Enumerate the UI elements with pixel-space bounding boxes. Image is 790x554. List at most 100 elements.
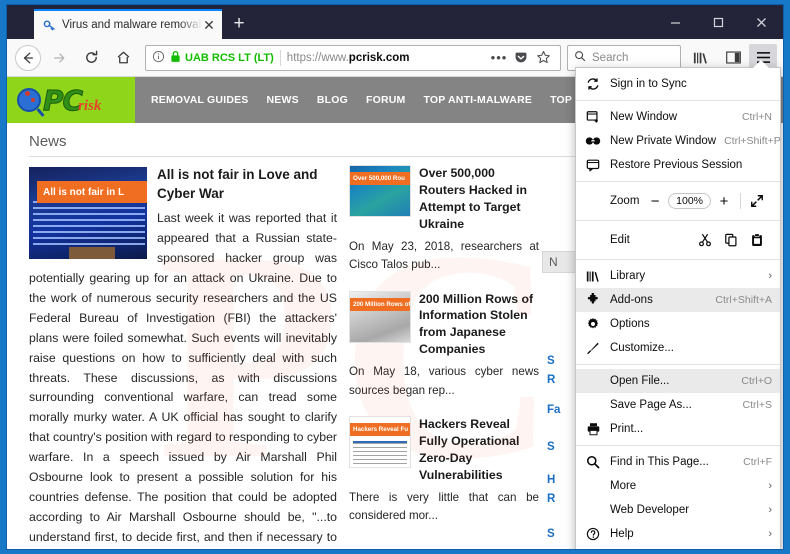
firefox-window: Virus and malware removal inst ✕ + <box>6 4 784 550</box>
menu-item-open-file[interactable]: Open File... Ctrl+O <box>576 369 780 393</box>
menu-item-shortcut: Ctrl+F <box>743 456 772 468</box>
pcrisk-logo[interactable]: PC risk <box>7 77 135 123</box>
article-thumbnail[interactable]: Hackers Reveal Fu <box>349 416 411 468</box>
close-icon[interactable]: ✕ <box>202 18 216 32</box>
menu-separator <box>576 259 780 260</box>
pocket-icon[interactable] <box>510 47 532 69</box>
home-button[interactable] <box>109 44 137 72</box>
menu-item-label: Restore Previous Session <box>610 159 772 171</box>
chevron-right-icon: › <box>768 528 772 540</box>
article-title[interactable]: 200 Million Rows of Information Stolen f… <box>419 291 539 359</box>
copy-icon[interactable] <box>718 229 744 251</box>
obscured-link-6[interactable]: R <box>547 491 555 508</box>
back-button[interactable] <box>15 45 41 71</box>
minimize-button[interactable] <box>654 5 697 39</box>
private-window-icon <box>584 135 602 147</box>
menu-item-shortcut: Ctrl+Shift+P <box>724 135 781 147</box>
thumbnail-caption: Over 500,000 Rou <box>350 172 411 185</box>
article-title[interactable]: Over 500,000 Routers Hacked in Attempt t… <box>419 165 539 233</box>
obscured-link-7[interactable]: S <box>547 526 555 543</box>
page-actions-icon[interactable]: ••• <box>488 47 510 69</box>
chevron-right-icon: › <box>768 480 772 492</box>
featured-thumbnail[interactable]: All is not fair in L <box>29 167 147 259</box>
menu-separator <box>576 100 780 101</box>
chevron-right-icon: › <box>768 270 772 282</box>
menu-item-print[interactable]: Print... <box>576 417 780 441</box>
zoom-in-button[interactable]: + <box>711 190 737 212</box>
identity-box[interactable]: UAB RCS LT (LT) <box>152 50 281 66</box>
obscured-link-5[interactable]: H <box>547 472 555 489</box>
obscured-link-4[interactable]: S <box>547 439 555 456</box>
tab-strip: Virus and malware removal inst ✕ + <box>7 5 783 39</box>
logo-risk-text: risk <box>78 98 101 115</box>
menu-item-options[interactable]: Options <box>576 312 780 336</box>
featured-article: All is not fair in L All is not fair in … <box>29 165 337 547</box>
url-prefix: https://www. <box>287 52 349 64</box>
menu-item-label: Add-ons <box>610 294 707 306</box>
browser-tab[interactable]: Virus and malware removal inst ✕ <box>34 9 222 39</box>
article-thumbnail[interactable]: 200 Million Rows of <box>349 291 411 343</box>
fullscreen-icon[interactable] <box>744 190 770 212</box>
menu-item-label: Open File... <box>610 375 733 387</box>
menu-item-label: Customize... <box>610 342 772 354</box>
restore-session-icon <box>584 158 602 172</box>
thumbnail-caption: 200 Million Rows of <box>350 298 411 311</box>
url-bar[interactable]: UAB RCS LT (LT) https://www.pcrisk.com •… <box>145 45 561 71</box>
forward-button[interactable] <box>45 44 73 72</box>
article-title[interactable]: Hackers Reveal Fully Operational Zero-Da… <box>419 416 539 484</box>
nav-removal-guides[interactable]: REMOVAL GUIDES <box>151 94 249 106</box>
new-tab-button[interactable]: + <box>222 9 256 39</box>
article-excerpt: On May 18, various cyber news sources be… <box>349 363 539 400</box>
article-excerpt: There is very little that can be conside… <box>349 489 539 526</box>
zoom-label: Zoom <box>610 195 642 207</box>
article-thumbnail[interactable]: Over 500,000 Rou <box>349 165 411 217</box>
menu-separator <box>576 364 780 365</box>
menu-item-customize[interactable]: Customize... <box>576 336 780 360</box>
obscured-link-1[interactable]: S <box>547 353 555 370</box>
menu-item-label: Save Page As... <box>610 399 735 411</box>
menu-item-sign-in-to-sync[interactable]: Sign in to Sync <box>576 72 780 96</box>
menu-item-restore-previous-session[interactable]: Restore Previous Session <box>576 153 780 177</box>
menu-item-save-page-as[interactable]: Save Page As... Ctrl+S <box>576 393 780 417</box>
nav-news[interactable]: NEWS <box>267 94 299 106</box>
key-icon <box>42 18 56 32</box>
search-input-placeholder[interactable]: Search <box>592 52 628 64</box>
menu-item-help[interactable]: Help › <box>576 522 780 546</box>
menu-item-shortcut: Ctrl+O <box>741 375 772 387</box>
obscured-link-2[interactable]: R <box>547 372 555 389</box>
menu-item-label: Library <box>610 270 760 282</box>
bookmark-star-icon[interactable] <box>532 47 554 69</box>
article-excerpt: On May 23, 2018, researchers at Cisco Ta… <box>349 238 539 275</box>
menu-item-more[interactable]: More › <box>576 474 780 498</box>
hand-graphic <box>69 247 115 259</box>
search-icon <box>574 50 586 65</box>
menu-item-new-private-window[interactable]: New Private Window Ctrl+Shift+P <box>576 129 780 153</box>
list-item: Hackers Reveal Fu Hackers Reveal Fully O… <box>349 416 539 526</box>
info-icon[interactable] <box>152 50 165 66</box>
nav-top-anti-malware[interactable]: TOP ANTI-MALWARE <box>423 94 532 106</box>
menu-item-find-in-this-page[interactable]: Find in This Page... Ctrl+F <box>576 450 780 474</box>
menu-item-library[interactable]: Library › <box>576 264 780 288</box>
paste-icon[interactable] <box>744 229 770 251</box>
thumbnail-caption: All is not fair in L <box>37 181 147 203</box>
nav-blog[interactable]: BLOG <box>317 94 348 106</box>
featured-article-body: Last week it was reported that it appear… <box>29 209 337 547</box>
obscured-link-3[interactable]: Fa <box>547 402 560 419</box>
desktop-background: Virus and malware removal inst ✕ + <box>0 0 790 554</box>
logo-dot-2 <box>31 98 35 102</box>
maximize-button[interactable] <box>697 5 740 39</box>
cut-icon[interactable] <box>692 229 718 251</box>
zoom-level-value[interactable]: 100% <box>668 193 711 209</box>
logo-dot-1 <box>25 91 30 96</box>
menu-item-label: Print... <box>610 423 772 435</box>
menu-item-label: New Private Window <box>610 135 716 147</box>
menu-separator <box>576 181 780 182</box>
url-domain: pcrisk.com <box>349 52 410 64</box>
menu-item-add-ons[interactable]: Add-ons Ctrl+Shift+A <box>576 288 780 312</box>
close-button[interactable] <box>740 5 783 39</box>
menu-item-new-window[interactable]: New Window Ctrl+N <box>576 105 780 129</box>
nav-forum[interactable]: FORUM <box>366 94 406 106</box>
menu-item-web-developer[interactable]: Web Developer › <box>576 498 780 522</box>
zoom-out-button[interactable]: − <box>642 190 668 212</box>
reload-button[interactable] <box>77 44 105 72</box>
